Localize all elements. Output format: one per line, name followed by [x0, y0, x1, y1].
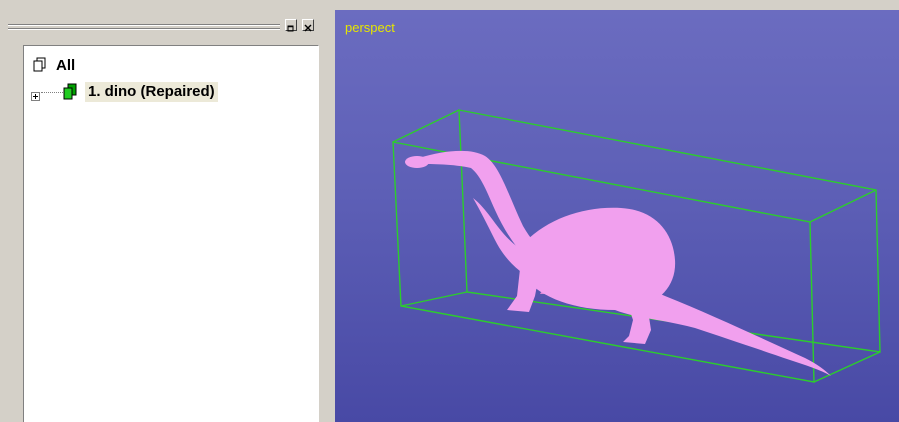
viewport-mode-label: perspect [345, 20, 395, 35]
panel-header [0, 0, 335, 44]
panel-grip[interactable] [8, 24, 280, 26]
viewport-perspective[interactable]: perspect [335, 10, 899, 422]
scene-tree-panel: All 1. dino (Repaired) [0, 0, 335, 422]
tree-root-label[interactable]: All [54, 56, 77, 76]
objects-group-icon [32, 57, 48, 78]
object-tree[interactable]: All 1. dino (Repaired) [23, 45, 319, 422]
close-icon [304, 24, 312, 32]
expand-plus-icon[interactable] [31, 88, 40, 106]
scene-canvas[interactable] [335, 10, 899, 422]
tree-item-label[interactable]: 1. dino (Repaired) [85, 82, 218, 102]
panel-close-button[interactable] [302, 19, 314, 32]
panel-grip[interactable] [8, 28, 280, 30]
mesh-object-icon [61, 83, 79, 106]
panel-restore-button[interactable] [285, 19, 297, 32]
restore-icon [287, 25, 294, 32]
